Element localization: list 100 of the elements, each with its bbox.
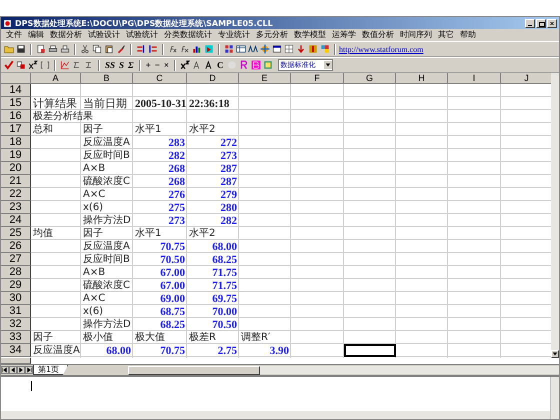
menu-item[interactable]: 其它 — [435, 30, 457, 40]
toolbar-button[interactable]: − — [152, 59, 162, 71]
row-header[interactable]: 22 — [1, 188, 31, 201]
bar-chart-icon[interactable] — [192, 44, 202, 54]
brackets-icon[interactable] — [40, 60, 50, 70]
clipboard-icon[interactable] — [104, 44, 114, 54]
row-header[interactable]: 18 — [1, 136, 31, 149]
toolbar-button[interactable]: × — [162, 59, 172, 71]
menu-item[interactable]: 多元分析 — [253, 30, 291, 40]
function-icon[interactable] — [180, 44, 190, 54]
sort-icon[interactable] — [148, 44, 158, 54]
folder-icon[interactable] — [4, 44, 14, 54]
menu-item[interactable]: 文件 — [3, 30, 25, 40]
horizontal-scrollbar[interactable] — [128, 366, 559, 374]
row-header[interactable]: 23 — [1, 201, 31, 214]
row-header[interactable]: 14 — [1, 84, 31, 97]
r-letter-icon[interactable] — [238, 60, 249, 70]
document-icon[interactable] — [36, 44, 46, 54]
column-header[interactable]: H — [396, 73, 448, 84]
menu-item[interactable]: 编辑 — [25, 30, 47, 40]
toolbar-button[interactable]: S — [117, 59, 126, 71]
letters-icon[interactable] — [248, 44, 258, 54]
row-header[interactable]: 24 — [1, 214, 31, 227]
vertical-scrollbar[interactable] — [551, 73, 559, 358]
table-cell: 操作方法D — [83, 214, 131, 226]
row-header[interactable]: 20 — [1, 162, 31, 175]
menu-item[interactable]: 帮助 — [457, 30, 479, 40]
column-header[interactable]: G — [344, 73, 396, 84]
row-header[interactable]: 21 — [1, 175, 31, 188]
toolbar-button[interactable]: Σ — [126, 59, 136, 71]
check-mark-icon[interactable] — [4, 60, 14, 70]
x-squared-icon[interactable] — [28, 60, 38, 70]
toolbar-button[interactable]: + — [144, 59, 153, 71]
column-header[interactable]: F — [291, 73, 344, 84]
table-cell: 280 — [220, 202, 237, 214]
vertical-scrollbar[interactable] — [550, 377, 559, 419]
note-icon[interactable] — [262, 60, 273, 70]
row-header[interactable]: 16 — [1, 110, 31, 123]
grid-icon[interactable] — [224, 44, 234, 54]
column-header[interactable]: I — [448, 73, 501, 84]
scroll-down-button[interactable] — [551, 350, 559, 358]
sort-icon[interactable] — [136, 44, 146, 54]
copy-icon[interactable] — [92, 44, 102, 54]
menu-item[interactable]: 专业统计 — [215, 30, 253, 40]
table-icon[interactable] — [236, 44, 246, 54]
b-letter-icon[interactable] — [250, 60, 261, 70]
menu-item[interactable]: 数学模型 — [291, 30, 329, 40]
menu-item[interactable]: 数据分析 — [47, 30, 85, 40]
row-header[interactable]: 28 — [1, 266, 31, 279]
column-header[interactable]: D — [187, 73, 239, 84]
table-cell: A×C — [83, 292, 106, 304]
row-header[interactable]: 34 — [1, 344, 31, 357]
scissors-icon[interactable] — [80, 44, 90, 54]
row-header[interactable]: 15 — [1, 97, 31, 110]
window-title: DPS数据处理系统E:\DOCU\PG\DPS数据处理系统\SAMPLE05.CLL — [15, 18, 274, 28]
last-sheet-button[interactable] — [25, 366, 33, 374]
window-icon[interactable] — [272, 44, 282, 54]
row-header[interactable]: 32 — [1, 318, 31, 331]
active-cell[interactable] — [344, 344, 396, 357]
printer-icon[interactable] — [60, 44, 70, 54]
column-header[interactable]: J — [501, 73, 551, 84]
table-cell: 70.50 — [212, 318, 237, 330]
row-header[interactable]: 30 — [1, 292, 31, 305]
next-sheet-button[interactable] — [17, 366, 25, 374]
table-cell: 硫酸浓度C — [83, 176, 130, 188]
menu-item[interactable]: 试验设计 — [85, 30, 123, 40]
table-cell: 71.75 — [212, 266, 237, 278]
toolbar-button[interactable]: C — [215, 59, 226, 71]
superscript-icon[interactable] — [180, 60, 190, 70]
menu-item[interactable]: 试验统计 — [123, 30, 161, 40]
close-button[interactable] — [547, 18, 557, 28]
row-header[interactable]: 29 — [1, 279, 31, 292]
printer-icon[interactable] — [48, 44, 58, 54]
menu-item[interactable]: 分类数据统计 — [161, 30, 215, 40]
menu-item[interactable]: 运筹学 — [329, 30, 359, 40]
column-header[interactable]: E — [239, 73, 291, 84]
row-header[interactable] — [1, 358, 31, 364]
first-sheet-button[interactable] — [1, 366, 9, 374]
minimize-button[interactable] — [525, 18, 535, 28]
toolbar-button[interactable]: SS — [103, 59, 118, 71]
row-header[interactable]: 19 — [1, 149, 31, 162]
row-header[interactable]: 31 — [1, 305, 31, 318]
table-icon[interactable] — [284, 44, 294, 54]
column-header[interactable]: A — [31, 73, 81, 84]
sheet-tab[interactable]: 第1页 — [33, 365, 68, 375]
menu-item[interactable]: 时间序列 — [397, 30, 435, 40]
column-header[interactable]: B — [81, 73, 133, 84]
row-header[interactable]: 26 — [1, 240, 31, 253]
website-link[interactable]: http://www.statforum.com — [339, 44, 424, 54]
row-header[interactable]: 33 — [1, 331, 31, 344]
menu-item[interactable]: 数值分析 — [359, 30, 397, 40]
row-header[interactable]: 25 — [1, 227, 31, 240]
function-icon[interactable] — [168, 44, 178, 54]
maximize-button[interactable] — [536, 18, 546, 28]
row-header[interactable]: 17 — [1, 123, 31, 136]
row-header[interactable]: 27 — [1, 253, 31, 266]
previous-sheet-button[interactable] — [9, 366, 17, 374]
column-header[interactable]: C — [133, 73, 187, 84]
line-chart-icon[interactable] — [60, 60, 70, 70]
brush-icon[interactable] — [116, 44, 126, 54]
